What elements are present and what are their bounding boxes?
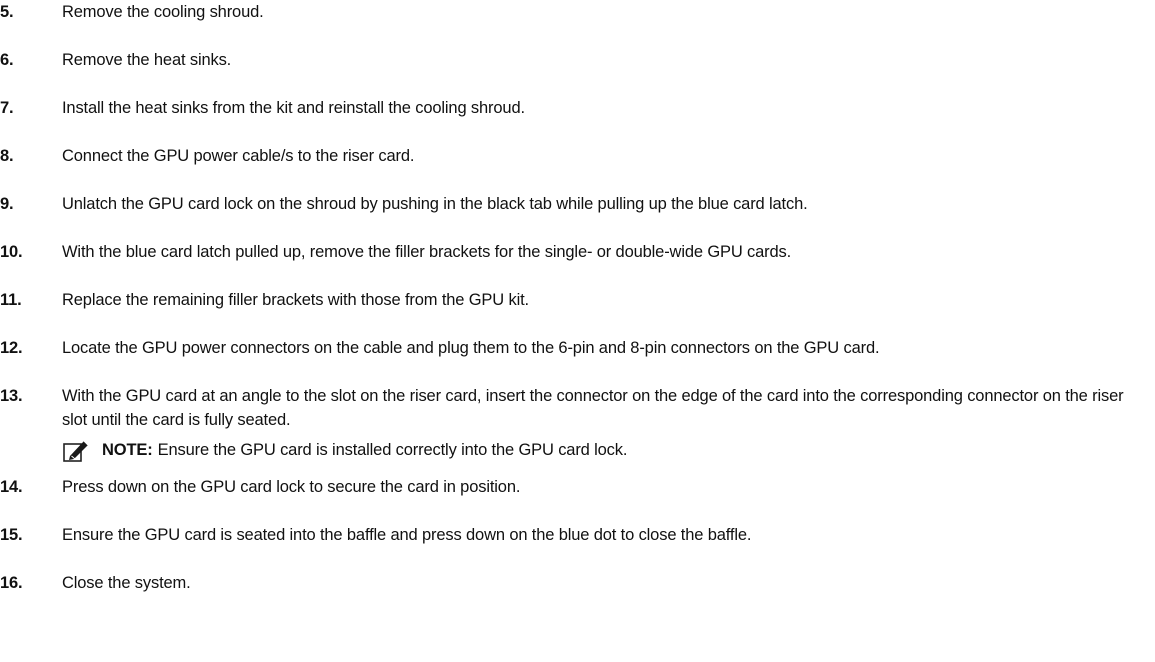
step-text: Ensure the GPU card is seated into the b… [62,526,752,544]
step-number: 16. [0,574,23,592]
instruction-document: 5. Remove the cooling shroud. 6. Remove … [0,0,1155,662]
step-number: 7. [0,99,14,117]
step-number: 9. [0,195,14,213]
step-number: 14. [0,478,23,496]
step-text: Remove the cooling shroud. [62,3,264,21]
step-number: 10. [0,243,23,261]
step-number: 11. [0,291,22,309]
step-text: Install the heat sinks from the kit and … [62,99,525,117]
step-number: 6. [0,51,14,69]
step-number: 8. [0,147,14,165]
pencil-note-icon [62,436,90,464]
step-number: 12. [0,339,23,357]
step-text: Unlatch the GPU card lock on the shroud … [62,195,808,213]
step-text: With the blue card latch pulled up, remo… [62,243,792,261]
step-number: 15. [0,526,23,544]
step-text: Connect the GPU power cable/s to the ris… [62,147,415,165]
step-text: Remove the heat sinks. [62,51,232,69]
note-text: Ensure the GPU card is installed correct… [157,440,628,459]
step-text: Replace the remaining filler brackets wi… [62,291,529,309]
step-text: Locate the GPU power connectors on the c… [62,339,880,357]
note-label: NOTE: [102,440,153,459]
note-callout: NOTE: Ensure the GPU card is installed c… [62,436,627,464]
step-number: 13. [0,387,23,405]
step-text: With the GPU card at an angle to the slo… [62,387,1124,429]
step-text: Close the system. [62,574,191,592]
step-text: Press down on the GPU card lock to secur… [62,478,521,496]
step-number: 5. [0,3,14,21]
